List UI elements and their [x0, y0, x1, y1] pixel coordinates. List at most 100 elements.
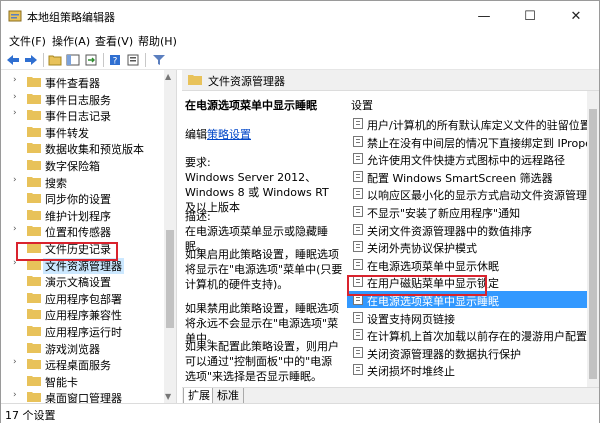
folder-icon: [27, 226, 41, 237]
tree-item[interactable]: 应用程序运行时: [1, 322, 164, 340]
expand-arrow-icon[interactable]: ›: [13, 357, 17, 367]
edit-policy-link[interactable]: 策略设置: [207, 128, 251, 141]
tree-item[interactable]: › 远程桌面服务: [1, 355, 164, 373]
tree-item[interactable]: 数字保险箱: [1, 156, 164, 174]
folder-icon: [27, 375, 41, 386]
tree-item-label: 桌面窗口管理器: [45, 392, 122, 403]
menu-action[interactable]: 操作(A): [52, 33, 90, 49]
folder-icon: [27, 160, 41, 170]
tree-item-label: 维护计划程序: [45, 209, 111, 223]
setting-row[interactable]: 允许使用文件快捷方式图标中的远程路径: [347, 150, 587, 167]
setting-label: 用户/计算机的所有默认库定义文件的驻留位置: [367, 119, 587, 132]
setting-row[interactable]: 关闭资源管理器的数据执行保护: [347, 344, 587, 361]
policy-setting-icon: [353, 170, 363, 182]
settings-list[interactable]: 设置 用户/计算机的所有默认库定义文件的驻留位置 禁止在没有中间层的情况下直接绑定…: [347, 91, 587, 387]
folder-icon: [188, 75, 202, 85]
setting-row[interactable]: 关闭损坏时堆终止: [347, 361, 587, 378]
expand-arrow-icon[interactable]: ›: [13, 108, 17, 118]
expand-arrow-icon[interactable]: ›: [13, 92, 17, 102]
tree-item[interactable]: › 搜索: [1, 173, 164, 191]
folder-icon: [27, 93, 41, 104]
policy-setting-icon: [353, 346, 363, 358]
tree-item-label: 事件转发: [45, 126, 89, 140]
tree-item-label: 同步你的设置: [45, 193, 111, 207]
policy-setting-icon: [353, 206, 363, 217]
tree-item[interactable]: 游戏浏览器: [1, 339, 164, 357]
setting-label: 在计算机上首次加载以前存在的漫游用户配置文件时: [367, 330, 587, 344]
app-icon: [8, 10, 22, 22]
tree-item[interactable]: 数据收集和预览版本: [1, 139, 164, 157]
help-icon[interactable]: ?: [107, 52, 123, 68]
tree-item[interactable]: 应用程序兼容性: [1, 305, 164, 323]
tree-item-label: 位置和传感器: [45, 226, 111, 240]
tree-item[interactable]: 智能卡: [1, 372, 164, 390]
setting-row[interactable]: 用户/计算机的所有默认库定义文件的驻留位置: [347, 115, 587, 132]
folder-icon: [27, 392, 41, 403]
tree-item-label: 事件日志服务: [45, 93, 111, 107]
group-policy-editor-window: 本地组策略编辑器 — ☐ ✕ 文件(F) 操作(A) 查看(V) 帮助(H) ?: [0, 0, 600, 424]
tree-item[interactable]: 演示文稿设置: [1, 272, 164, 290]
scroll-up-icon[interactable]: ▲: [165, 72, 171, 81]
tree-item-label: 搜索: [45, 176, 67, 190]
not-configured-text: 如果未配置此策略设置，则用户可以通过"控制面板"中的"电源选项"来选择是否显示睡…: [185, 340, 339, 383]
minimize-button[interactable]: —: [461, 1, 507, 31]
expand-arrow-icon[interactable]: ›: [13, 175, 17, 185]
expand-arrow-icon[interactable]: ›: [13, 75, 17, 85]
policy-setting-icon: [353, 258, 363, 270]
description-label: 描述:: [185, 210, 211, 223]
tree-item[interactable]: › 位置和传感器: [1, 222, 164, 240]
folder-up-icon[interactable]: [47, 52, 63, 68]
policy-setting-icon: [353, 329, 363, 341]
filter-icon[interactable]: [151, 52, 167, 68]
setting-row[interactable]: 在电源选项菜单中显示休眠: [347, 256, 587, 273]
setting-row[interactable]: 配置 Windows SmartScreen 筛选器: [347, 168, 587, 185]
setting-row[interactable]: 以响应区最小化的显示方式启动文件资源管理器: [347, 185, 587, 202]
setting-row[interactable]: 在计算机上首次加载以前存在的漫游用户配置文件时: [347, 326, 587, 343]
settings-scrollbar[interactable]: [587, 91, 599, 387]
menu-help[interactable]: 帮助(H): [138, 33, 177, 49]
tree-item[interactable]: 同步你的设置: [1, 189, 164, 207]
svg-text:?: ?: [113, 57, 118, 67]
expand-arrow-icon[interactable]: ›: [13, 224, 17, 234]
setting-row[interactable]: 关闭外壳协议保护模式: [347, 238, 587, 255]
policy-setting-icon: [353, 223, 363, 235]
settings-column-header[interactable]: 设置: [351, 97, 373, 113]
policy-setting-icon: [353, 118, 363, 129]
tree-item[interactable]: 应用程序包部署: [1, 289, 164, 307]
edit-policy-line: 编辑策略设置: [185, 126, 251, 142]
tree-item[interactable]: › 事件日志记录: [1, 106, 164, 124]
setting-row[interactable]: 关闭文件资源管理器中的数值排序: [347, 221, 587, 238]
back-icon[interactable]: [5, 52, 21, 68]
setting-row[interactable]: 禁止在没有中间层的情况下直接绑定到 IPropertySet: [347, 133, 587, 150]
properties-icon[interactable]: [125, 52, 141, 68]
tree-item-label: 智能卡: [45, 375, 78, 389]
forward-icon[interactable]: [23, 52, 39, 68]
setting-row[interactable]: 设置支持网页链接: [347, 309, 587, 326]
tree-scrollbar[interactable]: ▲ ▼: [164, 70, 176, 403]
expand-arrow-icon[interactable]: ›: [13, 390, 17, 400]
tree-item[interactable]: › 桌面窗口管理器: [1, 388, 164, 403]
tree-item[interactable]: 维护计划程序: [1, 206, 164, 224]
maximize-button[interactable]: ☐: [507, 1, 553, 31]
setting-row[interactable]: 不显示"安装了新应用程序"通知: [347, 203, 587, 220]
policy-setting-icon: [353, 311, 363, 323]
export-icon[interactable]: [83, 52, 99, 68]
folder-icon: [27, 276, 41, 287]
tree-item-label: 远程桌面服务: [45, 359, 111, 373]
menu-view[interactable]: 查看(V): [95, 33, 133, 49]
right-pane-title: 文件资源管理器: [208, 75, 285, 88]
edit-prefix: 编辑: [185, 128, 207, 141]
tree-scrollbar-thumb[interactable]: [166, 230, 174, 328]
show-hide-tree-icon[interactable]: [65, 52, 81, 68]
settings-scrollbar-thumb[interactable]: [589, 109, 597, 379]
tree-item[interactable]: 事件转发: [1, 123, 164, 141]
tab-extended[interactable]: 扩展: [183, 388, 215, 404]
tab-standard[interactable]: 标准: [212, 388, 244, 404]
scroll-down-icon[interactable]: ▼: [165, 392, 171, 401]
requirements-label: 要求:: [185, 156, 211, 169]
navigation-tree[interactable]: › 事件查看器 › 事件日志服务 › 事件日志记录 事件转发 数据收集和预览版本 数字保险箱 › 搜…: [1, 70, 177, 403]
tree-item[interactable]: › 事件查看器: [1, 73, 164, 91]
tree-item[interactable]: › 事件日志服务: [1, 90, 164, 108]
menu-file[interactable]: 文件(F): [9, 33, 46, 49]
close-button[interactable]: ✕: [553, 1, 599, 31]
